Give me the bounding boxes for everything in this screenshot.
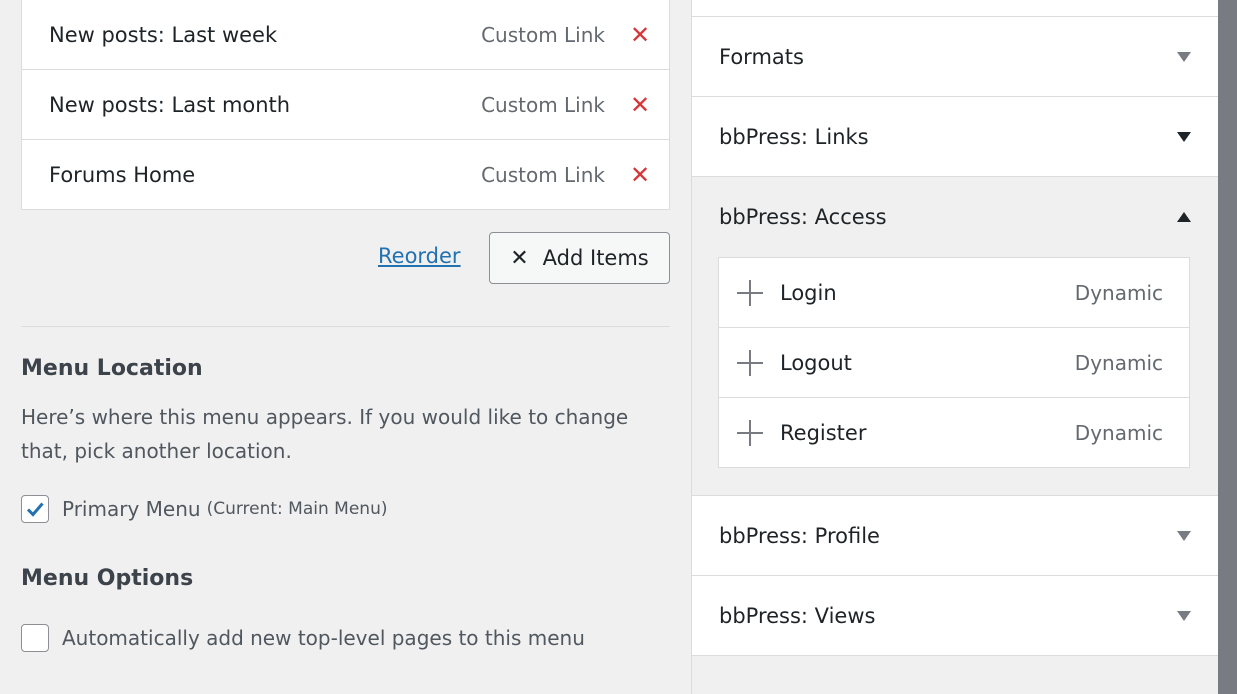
accordion-title: bbPress: Views <box>719 603 876 628</box>
auto-add-option[interactable]: Automatically add new top-level pages to… <box>21 624 585 652</box>
access-item-kind: Dynamic <box>1074 350 1163 375</box>
menu-item-title: Forums Home <box>49 163 196 187</box>
close-icon: ✕ <box>510 245 529 271</box>
accordion-section-top <box>692 0 1218 17</box>
plus-icon[interactable] <box>737 420 763 446</box>
accordion-header[interactable]: bbPress: Views <box>692 576 1218 655</box>
reorder-link[interactable]: Reorder <box>378 244 461 268</box>
plus-icon[interactable] <box>737 279 763 306</box>
accordion-section-formats[interactable]: Formats <box>692 17 1218 97</box>
menu-item[interactable]: New posts: Last week Custom Link ✕ <box>22 0 669 70</box>
access-items-list: Login Dynamic Logout Dynamic Register Dy… <box>718 257 1190 468</box>
auto-add-checkbox[interactable] <box>21 624 49 652</box>
accordion-header[interactable]: Formats <box>692 17 1218 96</box>
primary-menu-label: Primary Menu <box>62 497 201 521</box>
accordion-title: Formats <box>719 44 804 69</box>
remove-icon[interactable]: ✕ <box>629 161 651 189</box>
plus-icon[interactable] <box>737 349 763 376</box>
access-item-login[interactable]: Login Dynamic <box>719 258 1189 328</box>
menu-location-description: Here’s where this menu appears. If you w… <box>21 405 629 463</box>
access-item-kind: Dynamic <box>1074 280 1163 305</box>
access-item-name: Login <box>780 280 837 305</box>
access-item-kind: Dynamic <box>1074 421 1163 445</box>
add-menu-items-accordion: Formats bbPress: Links bbPress: Access L… <box>691 0 1218 694</box>
menu-item-title: New posts: Last week <box>49 22 278 47</box>
accordion-header[interactable]: bbPress: Links <box>692 97 1218 176</box>
triangle-down-icon <box>1177 51 1191 62</box>
primary-menu-current: (Current: Main Menu) <box>206 499 388 519</box>
access-item-logout[interactable]: Logout Dynamic <box>719 328 1189 398</box>
accordion-section-bbpress-profile[interactable]: bbPress: Profile <box>692 496 1218 576</box>
divider <box>21 326 670 327</box>
accordion-section-bbpress-views[interactable]: bbPress: Views <box>692 576 1218 656</box>
menu-items-list: New posts: Last week Custom Link ✕ New p… <box>21 0 670 210</box>
add-items-button[interactable]: ✕ Add Items <box>489 232 670 284</box>
accordion-title: bbPress: Links <box>719 124 869 149</box>
menu-item-title: New posts: Last month <box>49 92 291 117</box>
menu-item[interactable]: Forums Home Custom Link ✕ <box>22 140 669 210</box>
menu-item[interactable]: New posts: Last month Custom Link ✕ <box>22 70 669 140</box>
triangle-down-icon <box>1177 610 1191 621</box>
menu-item-type: Custom Link <box>481 22 605 47</box>
remove-icon[interactable]: ✕ <box>629 21 651 49</box>
access-item-name: Logout <box>780 350 852 375</box>
menu-item-type: Custom Link <box>481 163 605 187</box>
triangle-down-icon <box>1177 131 1191 142</box>
menu-location-title: Menu Location <box>21 356 203 381</box>
checkmark-icon <box>26 502 44 517</box>
accordion-header[interactable]: bbPress: Profile <box>692 496 1218 575</box>
accordion-section-bbpress-access[interactable]: bbPress: Access Login Dynamic Logout Dyn… <box>692 177 1218 496</box>
accordion-header[interactable]: bbPress: Access <box>692 177 1218 256</box>
menu-options-title: Menu Options <box>21 566 194 591</box>
primary-menu-checkbox[interactable] <box>21 495 49 523</box>
add-items-label: Add Items <box>542 246 649 270</box>
primary-menu-option[interactable]: Primary Menu (Current: Main Menu) <box>21 495 387 523</box>
access-item-register[interactable]: Register Dynamic <box>719 398 1189 468</box>
auto-add-label: Automatically add new top-level pages to… <box>62 626 585 650</box>
access-item-name: Register <box>780 421 867 445</box>
triangle-up-icon <box>1177 211 1191 222</box>
accordion-title: bbPress: Access <box>719 204 887 229</box>
menu-item-type: Custom Link <box>481 92 605 117</box>
scrollbar[interactable] <box>1218 0 1237 694</box>
remove-icon[interactable]: ✕ <box>629 91 651 119</box>
triangle-down-icon <box>1177 530 1191 541</box>
accordion-title: bbPress: Profile <box>719 523 880 548</box>
accordion-section-bbpress-links[interactable]: bbPress: Links <box>692 97 1218 177</box>
